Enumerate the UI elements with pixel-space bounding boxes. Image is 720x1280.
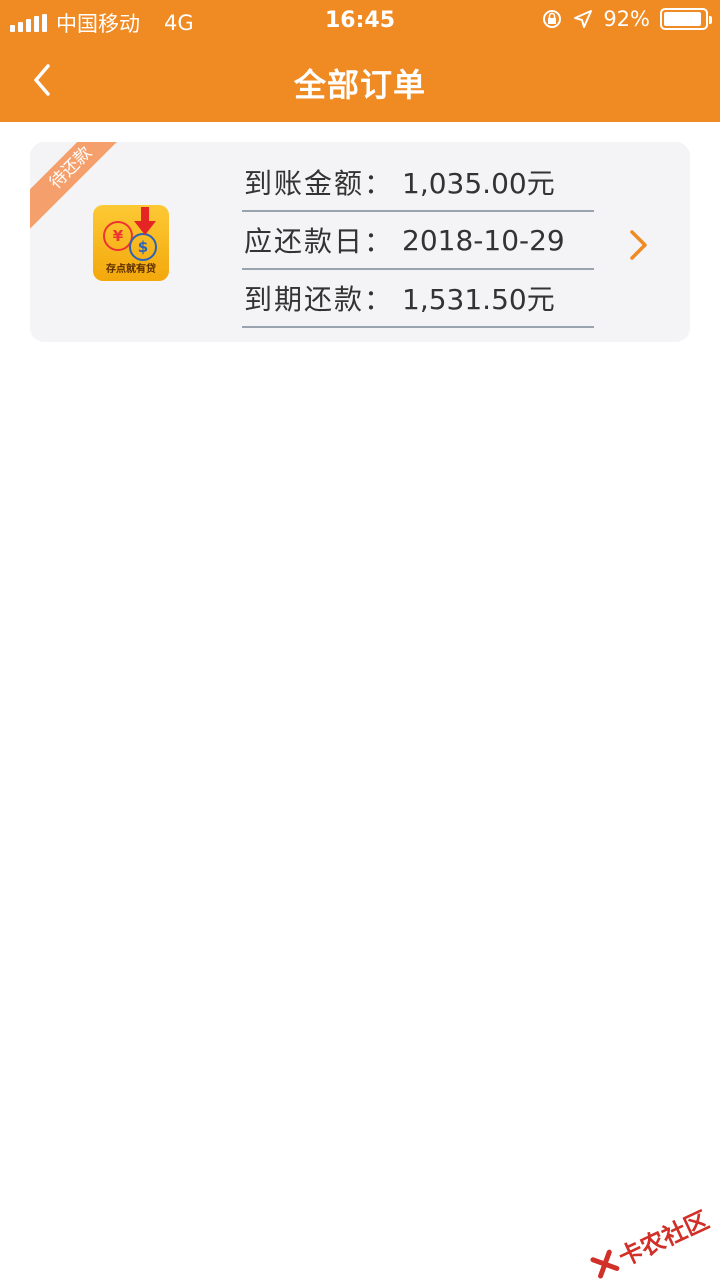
- watermark-text: 卡农社区: [614, 1205, 714, 1272]
- field-value: 2018-10-29: [402, 223, 565, 257]
- field-label: 到账金额：: [244, 167, 395, 200]
- logo-caption: 存点就有贷: [106, 264, 156, 275]
- page-title: 全部订单: [293, 66, 426, 104]
- location-arrow-icon: [574, 10, 593, 28]
- watermark: 卡农社区: [586, 1200, 713, 1280]
- battery-percent: 92%: [603, 7, 650, 31]
- field-label: 到期还款：: [244, 283, 395, 316]
- lender-logo: ¥ $ 存点就有贷: [93, 205, 169, 281]
- due-amount-row: 到期还款： 1,531.50元: [242, 270, 594, 328]
- field-value: 1,531.50元: [402, 283, 555, 316]
- chevron-right-icon[interactable]: [628, 228, 650, 262]
- battery-icon: [660, 8, 712, 30]
- status-bar: 中国移动 4G 16:45 92%: [0, 0, 720, 40]
- rotation-lock-icon: [543, 10, 562, 28]
- watermark-logo-icon: [590, 1249, 620, 1279]
- order-details: 到账金额： 1,035.00元 应还款日： 2018-10-29 到期还款： 1…: [242, 154, 594, 328]
- received-amount-row: 到账金额： 1,035.00元: [242, 154, 594, 212]
- field-value: 1,035.00元: [402, 167, 555, 200]
- nav-bar: 全部订单: [0, 40, 720, 122]
- field-label: 应还款日：: [244, 225, 395, 258]
- dollar-coin-icon: $: [129, 233, 157, 261]
- order-card[interactable]: 待还款 ¥ $ 存点就有贷 到账金额： 1,035.00元 应还款日： 2018…: [30, 142, 690, 342]
- down-arrow-icon: [134, 207, 156, 235]
- header: 中国移动 4G 16:45 92% 全部订单: [0, 0, 720, 122]
- due-date-row: 应还款日： 2018-10-29: [242, 212, 594, 270]
